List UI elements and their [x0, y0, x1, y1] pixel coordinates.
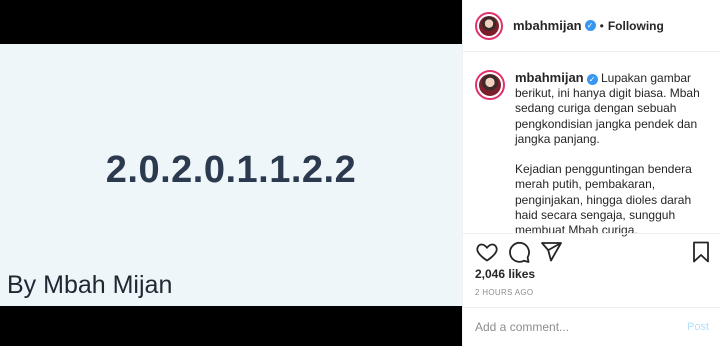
post-timestamp[interactable]: 2 HOURS AGO — [475, 288, 533, 297]
caption-body: mbahmijan ✓ Lupakan gambar berikut, ini h… — [515, 70, 709, 238]
header-username[interactable]: mbahmijan — [513, 18, 582, 33]
comment-icon[interactable] — [507, 240, 531, 264]
caption-text: Lupakan gambar berikut, ini hanya digit … — [515, 71, 700, 238]
post-media[interactable]: 2.0.2.0.1.1.2.2 By Mbah Mijan — [0, 0, 462, 346]
divider — [463, 233, 720, 234]
caption-avatar[interactable] — [475, 70, 505, 100]
caption-username[interactable]: mbahmijan — [515, 70, 584, 85]
header-separator: • — [599, 18, 604, 33]
avatar-image — [479, 15, 499, 36]
following-button[interactable]: Following — [608, 19, 664, 33]
verified-badge-icon: ✓ — [584, 20, 596, 31]
post-sidebar: mbahmijan ✓ • Following mbahmijan ✓ Lupak… — [462, 0, 720, 346]
caption-avatar-image — [479, 74, 501, 96]
caption: mbahmijan ✓ Lupakan gambar berikut, ini h… — [475, 70, 711, 238]
image-code-text: 2.0.2.0.1.1.2.2 — [105, 149, 357, 191]
comment-bar: Post — [463, 307, 720, 346]
post-button[interactable]: Post — [687, 321, 709, 333]
bookmark-icon[interactable] — [689, 240, 713, 264]
heart-icon[interactable] — [475, 240, 499, 264]
avatar[interactable] — [475, 11, 503, 40]
comment-input[interactable] — [475, 320, 687, 334]
action-bar — [475, 240, 713, 266]
caption-verified-badge-icon: ✓ — [586, 74, 598, 85]
likes-count[interactable]: 2,046 likes — [475, 267, 535, 281]
share-icon[interactable] — [539, 240, 563, 264]
image-credit-text: By Mbah Mijan — [7, 271, 173, 299]
post-image: 2.0.2.0.1.1.2.2 By Mbah Mijan — [0, 44, 462, 306]
post-header: mbahmijan ✓ • Following — [463, 0, 720, 52]
